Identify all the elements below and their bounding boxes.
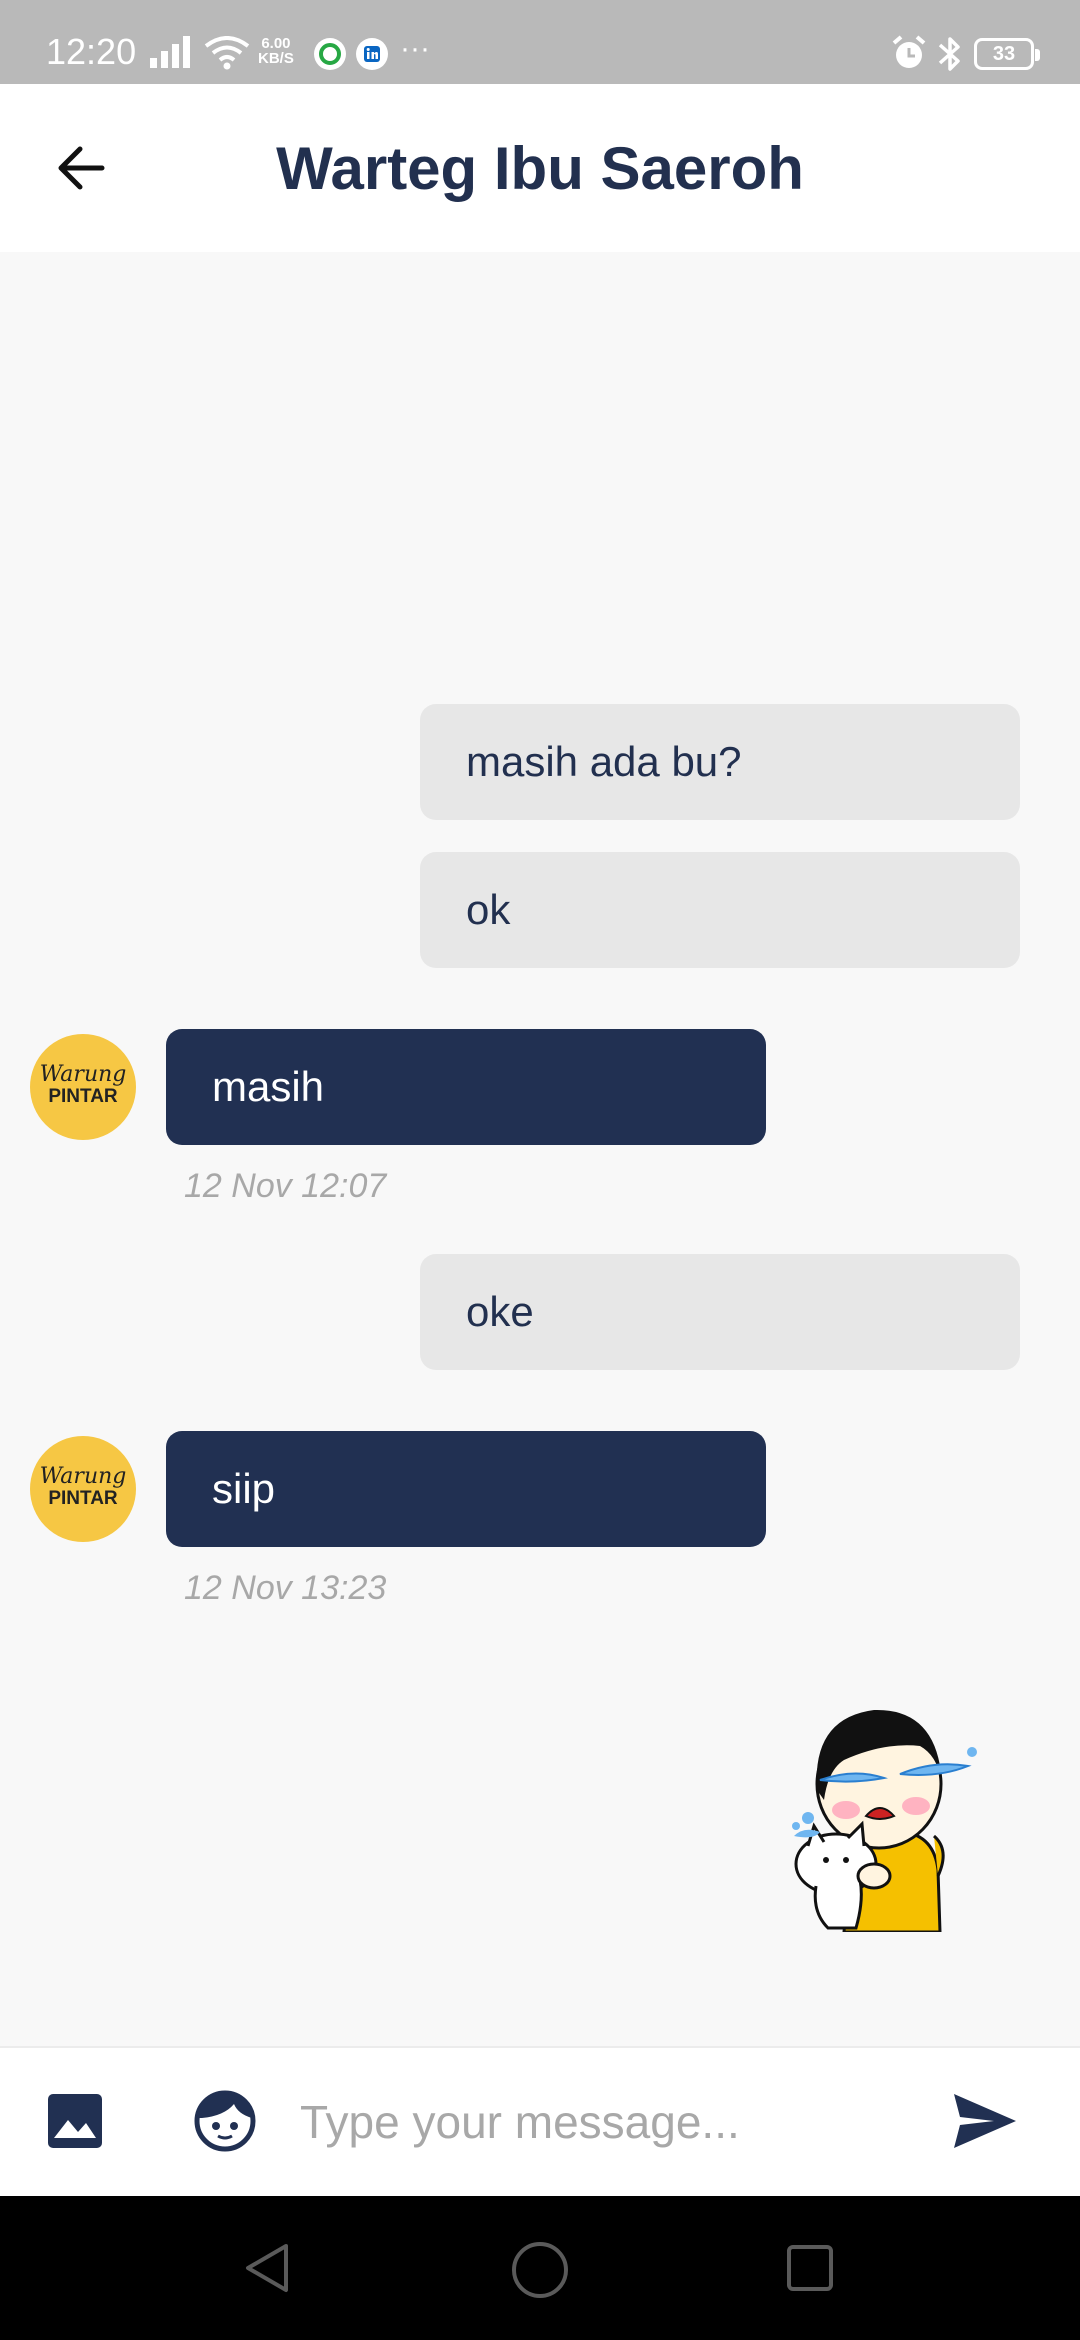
app-notification-icon (314, 38, 346, 70)
status-bar: 12:20 6.00 KB/S ··· 33 (0, 0, 1080, 84)
page-title: Warteg Ibu Saeroh (276, 135, 804, 202)
incoming-message[interactable]: siip (166, 1431, 766, 1547)
network-speed: 6.00 KB/S (258, 36, 294, 66)
avatar-brand-text: PINTAR (48, 1086, 118, 1107)
crying-girl-sticker[interactable] (724, 1680, 1000, 1932)
emoji-face-icon[interactable] (194, 2090, 256, 2152)
network-speed-value: 6.00 (261, 35, 291, 52)
nav-recents-icon[interactable] (786, 2244, 834, 2292)
message-timestamp: 12 Nov 12:07 (184, 1167, 387, 1205)
avatar-script-text: Warung (39, 1062, 127, 1087)
bluetooth-icon (938, 37, 960, 71)
incoming-message[interactable]: masih (166, 1029, 766, 1145)
network-speed-unit: KB/S (258, 50, 294, 67)
send-icon[interactable] (950, 2090, 1020, 2152)
outgoing-message[interactable]: ok (420, 852, 1020, 968)
more-notifications-icon: ··· (400, 32, 430, 65)
signal-icon (150, 36, 190, 68)
nav-back-icon[interactable] (240, 2240, 296, 2296)
outgoing-message[interactable]: oke (420, 1254, 1020, 1370)
avatar[interactable]: Warung PINTAR (30, 1034, 136, 1140)
message-input[interactable] (300, 2082, 900, 2162)
image-icon[interactable] (46, 2092, 104, 2150)
alarm-icon (892, 35, 926, 68)
message-timestamp: 12 Nov 13:23 (184, 1569, 387, 1607)
outgoing-message[interactable]: masih ada bu? (420, 704, 1020, 820)
battery-indicator: 33 (974, 38, 1040, 70)
avatar-script-text: Warung (39, 1464, 127, 1489)
avatar-brand-text: PINTAR (48, 1488, 118, 1509)
wifi-icon (204, 36, 250, 70)
avatar[interactable]: Warung PINTAR (30, 1436, 136, 1542)
nav-home-icon[interactable] (510, 2240, 570, 2300)
status-time: 12:20 (46, 31, 137, 72)
linkedin-notification-icon (356, 38, 388, 70)
